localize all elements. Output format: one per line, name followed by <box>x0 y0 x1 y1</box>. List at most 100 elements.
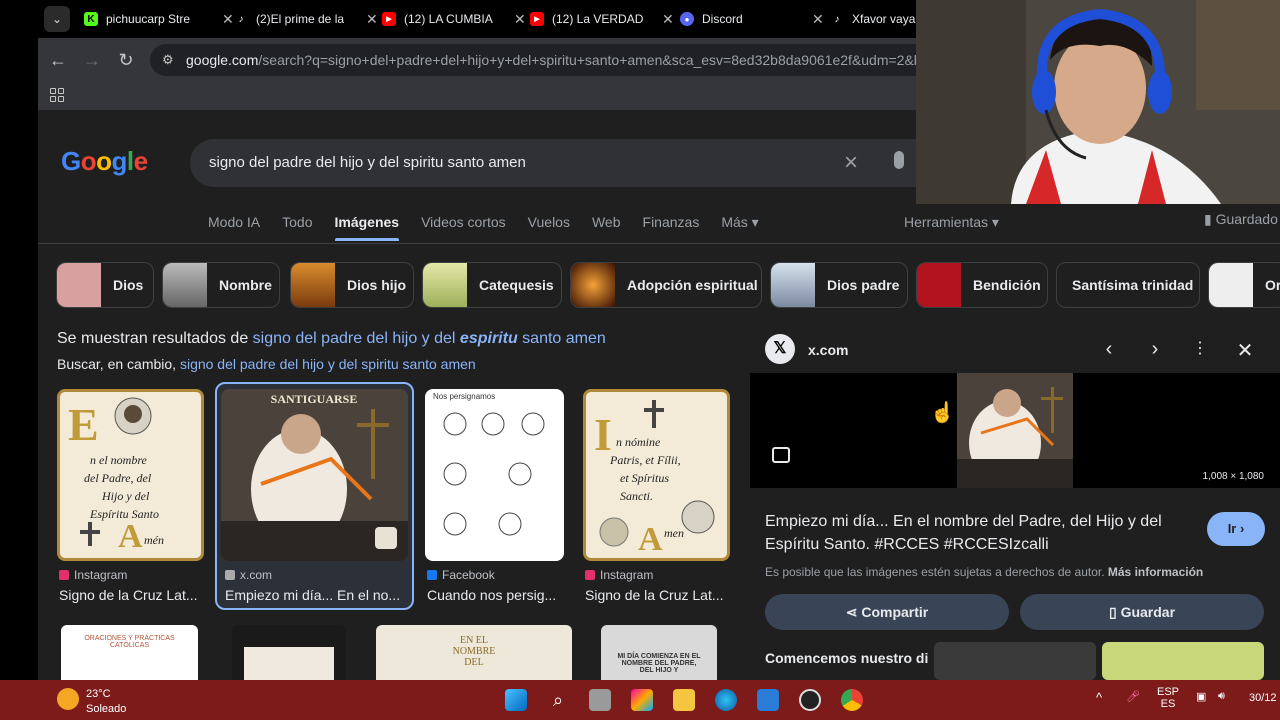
app-icon[interactable] <box>799 689 821 711</box>
network-icon[interactable]: ▣ <box>1196 690 1206 703</box>
image-result-7[interactable]: EN EL NOMBRE DEL <box>376 625 572 680</box>
edge-icon[interactable] <box>715 689 737 711</box>
image-result-5[interactable]: ORACIONES Y PRÁCTICAS CATÓLICAS <box>61 625 198 680</box>
search-icon[interactable]: ⌕ <box>547 689 569 711</box>
visit-button[interactable]: Ir › <box>1207 512 1265 546</box>
related-chips: Dios Nombre Dios hijo Catequesis Adopció… <box>56 262 1280 308</box>
tab-vuelos[interactable]: Vuelos <box>528 214 570 241</box>
corrected-query-link[interactable]: signo del padre del hijo y del espiritu … <box>253 330 606 347</box>
svg-text:n el nombre: n el nombre <box>90 453 148 467</box>
task-view-icon[interactable] <box>589 689 611 711</box>
previous-icon[interactable]: ‹ <box>1097 338 1121 361</box>
tab-youtube-1[interactable]: ▶ (12) LA CUMBIA ✕ <box>382 4 526 34</box>
chip-dios-hijo[interactable]: Dios hijo <box>290 262 414 308</box>
search-input[interactable]: signo del padre del hijo y del spiritu s… <box>209 154 526 171</box>
copilot-icon[interactable] <box>631 689 653 711</box>
copyright-notice: Es posible que las imágenes estén sujeta… <box>765 565 1204 579</box>
windows-start-icon[interactable] <box>505 689 527 711</box>
tab-kick[interactable]: K pichuucarp Stre ✕ <box>84 4 234 34</box>
temperature[interactable]: 23°C <box>86 688 111 700</box>
svg-text:Patris, et Fílii,: Patris, et Fílii, <box>609 453 681 467</box>
tab-search-button[interactable]: ⌄ <box>44 6 70 32</box>
tab-imagenes[interactable]: Imágenes <box>334 214 399 241</box>
tab-finanzas[interactable]: Finanzas <box>643 214 700 241</box>
preview-title[interactable]: Empiezo mi día... En el nombre del Padre… <box>765 510 1190 556</box>
tab-close-icon[interactable]: ✕ <box>366 11 378 28</box>
tab-tiktok-1[interactable]: ♪ (2)El prime de la ✕ <box>234 4 378 34</box>
webcam-feed <box>916 0 1280 204</box>
chip-bendicion[interactable]: Bendición <box>916 262 1048 308</box>
chevron-up-icon[interactable]: ^ <box>1096 690 1102 705</box>
tab-web[interactable]: Web <box>592 214 621 241</box>
saved-button[interactable]: ▮ Guardado <box>1204 211 1278 228</box>
image-result-2[interactable]: SANTIGUARSE <box>221 389 408 561</box>
svg-text:Sancti.: Sancti. <box>620 489 653 503</box>
file-explorer-icon[interactable] <box>673 689 695 711</box>
reload-icon[interactable]: ↻ <box>114 48 138 72</box>
tab-mas[interactable]: Más ▾ <box>721 214 758 241</box>
tab-todo[interactable]: Todo <box>282 214 312 241</box>
url-text[interactable]: google.com/search?q=signo+del+padre+del+… <box>186 52 943 68</box>
tab-close-icon[interactable]: ✕ <box>222 11 234 28</box>
close-icon[interactable]: ✕ <box>1233 338 1257 363</box>
microphone-icon[interactable] <box>894 151 904 169</box>
weather-sun-icon[interactable] <box>57 688 79 710</box>
share-button[interactable]: ⋖ Compartir <box>765 594 1009 630</box>
search-box[interactable]: signo del padre del hijo y del spiritu s… <box>190 139 950 187</box>
preview-image <box>957 373 1073 488</box>
weather-condition[interactable]: Soleado <box>86 703 126 715</box>
clear-search-icon[interactable]: × <box>844 149 858 177</box>
image-result-8[interactable]: MI DÍA COMIENZA EN EL NOMBRE DEL PADRE, … <box>601 625 717 680</box>
image-result-6[interactable] <box>232 625 346 680</box>
chip-dios[interactable]: Dios <box>56 262 154 308</box>
related-thumbnail[interactable] <box>934 642 1096 680</box>
chrome-icon[interactable] <box>841 689 863 711</box>
tab-close-icon[interactable]: ✕ <box>514 11 526 28</box>
tab-videos-cortos[interactable]: Videos cortos <box>421 214 506 241</box>
svg-text:E: E <box>68 399 99 450</box>
tab-youtube-2[interactable]: ▶ (12) La VERDAD ✕ <box>530 4 674 34</box>
microphone-icon[interactable]: 🎤︎ <box>1126 690 1140 703</box>
chip-thumbnail <box>163 263 207 307</box>
original-query-link[interactable]: signo del padre del hijo y del spiritu s… <box>180 356 476 372</box>
next-icon[interactable]: › <box>1143 338 1167 361</box>
clock-date[interactable]: 30/12 <box>1249 692 1277 704</box>
chip-nombre[interactable]: Nombre <box>162 262 280 308</box>
google-logo[interactable]: Google <box>61 146 148 177</box>
image-result-3[interactable]: Nos persignamos <box>425 389 564 561</box>
image-preview-panel: 𝕏 x.com ‹ › ⋮ ✕ 1,008 × 1,080 Empiezo mi… <box>750 320 1280 680</box>
source-domain[interactable]: x.com <box>808 342 848 358</box>
tab-close-icon[interactable]: ✕ <box>812 11 824 28</box>
related-thumbnail[interactable] <box>1102 642 1264 680</box>
result-4-meta[interactable]: Instagram Signo de la Cruz Lat... <box>585 568 727 603</box>
more-info-link[interactable]: Más información <box>1108 565 1203 579</box>
outlook-icon[interactable] <box>757 689 779 711</box>
chip-adopcion-espiritual[interactable]: Adopción espiritual <box>570 262 762 308</box>
language-indicator[interactable]: ESP ES <box>1157 686 1179 710</box>
volume-icon[interactable]: 🔊︎ <box>1218 690 1225 703</box>
tab-close-icon[interactable]: ✕ <box>662 11 674 28</box>
image-result-1[interactable]: E n el nombre del Padre, del Hijo y del … <box>57 389 204 561</box>
chip-dios-padre[interactable]: Dios padre <box>770 262 908 308</box>
image-result-4[interactable]: I n nómine Patris, et Fílii, et Spíritus… <box>583 389 730 561</box>
tools-button[interactable]: Herramientas ▾ <box>904 214 999 231</box>
chip-catequesis[interactable]: Catequesis <box>422 262 562 308</box>
tab-discord[interactable]: ● Discord ✕ <box>680 4 824 34</box>
chip-thumbnail <box>1209 263 1253 307</box>
chip-santisima-trinidad[interactable]: Santísima trinidad <box>1056 262 1200 308</box>
preview-image-area[interactable]: 1,008 × 1,080 <box>750 373 1280 488</box>
result-1-meta[interactable]: Instagram Signo de la Cruz Lat... <box>59 568 201 603</box>
related-result-title[interactable]: Comencemos nuestro di <box>765 650 928 666</box>
forward-icon[interactable]: → <box>80 48 104 72</box>
save-button[interactable]: ▯ Guardar <box>1020 594 1264 630</box>
result-2-meta[interactable]: x.com Empiezo mi día... En el no... <box>225 568 405 603</box>
result-3-meta[interactable]: Facebook Cuando nos persig... <box>427 568 559 603</box>
chip-oracion[interactable]: Or <box>1208 262 1280 308</box>
more-options-icon[interactable]: ⋮ <box>1188 338 1212 358</box>
apps-grid-icon[interactable] <box>50 88 64 102</box>
site-settings-icon[interactable]: ⚙ <box>162 52 178 68</box>
screen: ⌄ K pichuucarp Stre ✕ ♪ (2)El prime de l… <box>0 0 1280 720</box>
lens-icon[interactable] <box>772 447 790 463</box>
back-icon[interactable]: ← <box>46 48 70 72</box>
tab-modo-ia[interactable]: Modo IA <box>208 214 260 241</box>
